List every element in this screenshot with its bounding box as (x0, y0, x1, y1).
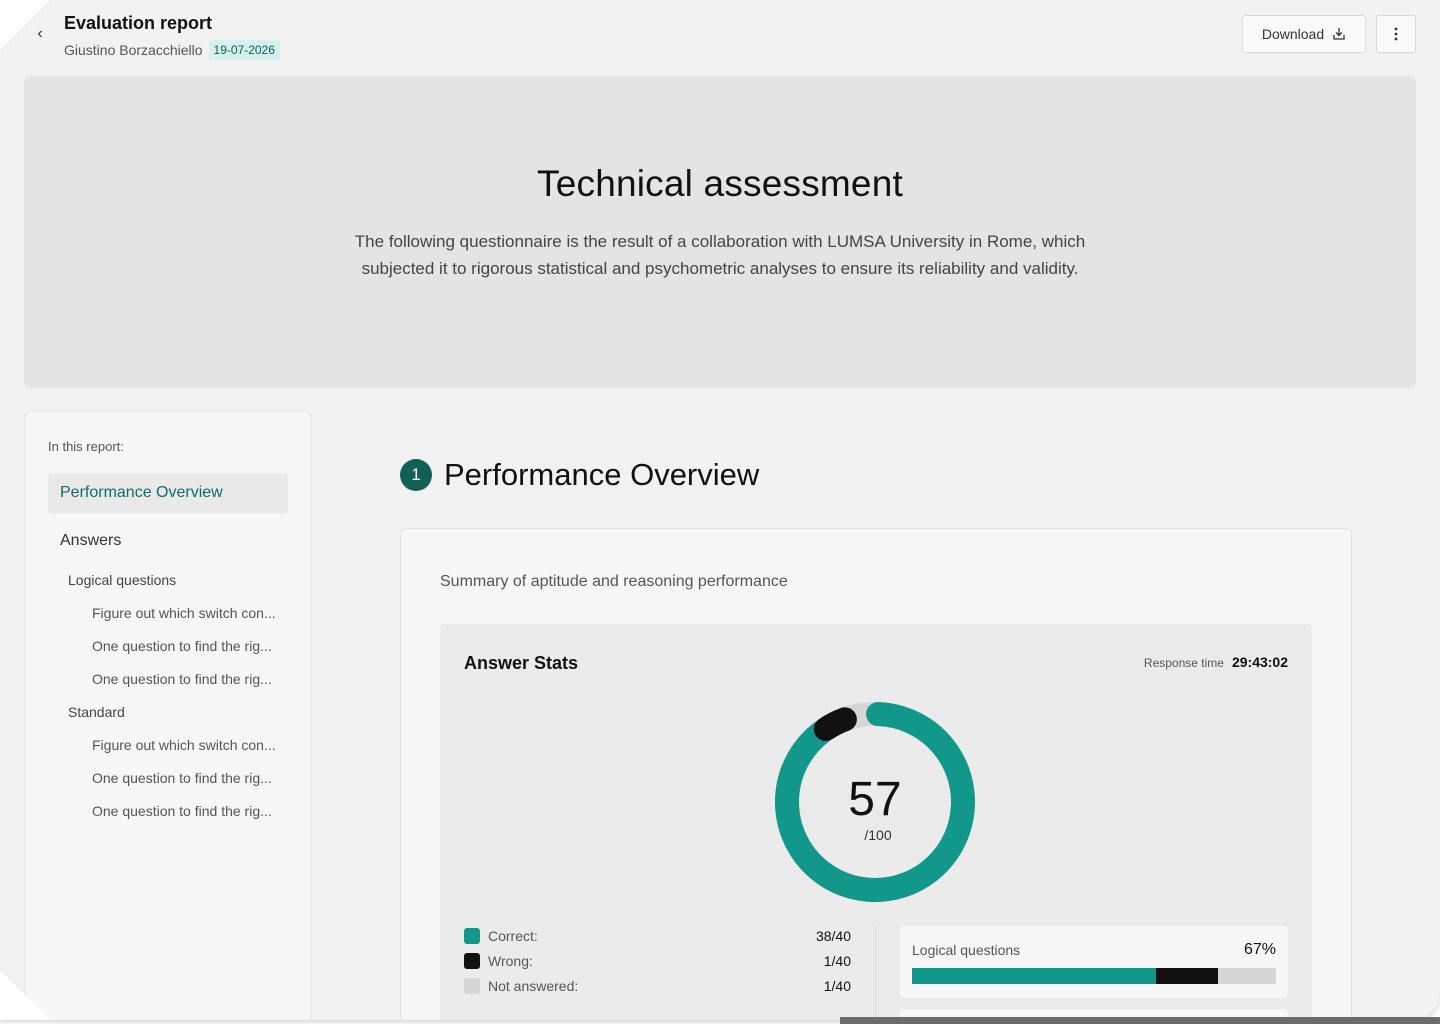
toc-subitem[interactable]: One question to find the rig... (92, 670, 282, 688)
response-time: Response time 29:43:02 (1144, 654, 1288, 670)
download-button-label: Download (1261, 26, 1325, 42)
legend-label: Wrong: (488, 953, 533, 969)
legend-label: Correct: (488, 928, 538, 944)
response-time-value: 29:43:02 (1231, 654, 1288, 670)
legend-not-answered: Not answered: 1/40 (464, 976, 851, 996)
legend-value: 38/40 (815, 928, 851, 944)
hero-description: The following questionnaire is the resul… (354, 232, 1086, 278)
toc-subitem[interactable]: One question to find the rig... (92, 637, 282, 655)
card-subtitle: Summary of aptitude and reasoning perfor… (440, 573, 788, 590)
toc-item-performance-overview[interactable]: Performance Overview (48, 473, 288, 513)
legend-swatch-correct (464, 928, 480, 944)
toc-subitem[interactable]: One question to find the rig... (92, 769, 282, 787)
hero-banner: Technical assessment The following quest… (24, 76, 1416, 388)
legend-swatch-not-answered (464, 978, 480, 994)
candidate-name: Giustino Borzacchiello (64, 42, 203, 58)
progress-segment-wrong (1155, 968, 1218, 984)
performance-card: Summary of aptitude and reasoning perfor… (400, 528, 1352, 1020)
legend-wrong: Wrong: 1/40 (464, 951, 851, 971)
download-button[interactable]: Download (1242, 15, 1366, 53)
more-vertical-icon (1394, 27, 1398, 41)
score-max: /100 (864, 827, 892, 843)
legend-correct: Correct: 38/40 (464, 926, 851, 946)
toc-group-standard[interactable]: Standard (68, 703, 125, 721)
page-title: Evaluation report (64, 13, 213, 33)
answer-stats-panel: Answer Stats Response time 29:43:02 57 /… (440, 624, 1312, 1020)
download-icon (1333, 28, 1345, 40)
date-badge: 19-07-2026 (208, 40, 280, 60)
donut-segment-wrong (813, 707, 857, 742)
section-title: Performance Overview (444, 457, 760, 492)
toc-group-logical-questions[interactable]: Logical questions (68, 571, 176, 589)
taskbar-edge (840, 1017, 1440, 1024)
progress-segment-not-answered (1217, 968, 1276, 984)
toc-subitem[interactable]: Figure out which switch con... (92, 604, 282, 622)
window-corner (0, 0, 50, 50)
toc-label: In this report: (48, 439, 124, 454)
toc-subitem[interactable]: Figure out which switch con... (92, 736, 282, 754)
table-of-contents: In this report: Performance Overview Ans… (24, 411, 312, 1020)
legend-value: 1/40 (823, 953, 851, 969)
hero-title: Technical assessment (537, 163, 903, 204)
answer-stats-title: Answer Stats (464, 653, 579, 673)
toc-subitem[interactable]: One question to find the rig... (92, 802, 282, 820)
divider (875, 926, 876, 1020)
more-options-button[interactable] (1376, 15, 1416, 53)
logical-questions-label: Logical questions (912, 942, 1021, 958)
section-number-badge: 1 (400, 459, 432, 491)
toc-item-answers[interactable]: Answers (60, 531, 121, 551)
logical-questions-percent: 67% (1243, 941, 1276, 958)
logical-questions-card: Logical questions 67% (900, 926, 1288, 998)
header-subtitle: Giustino Borzacchiello 19-07-2026 (64, 40, 280, 60)
score-donut: 57 /100 (775, 702, 975, 902)
legend-value: 1/40 (823, 978, 851, 994)
window-corner (0, 970, 50, 1020)
score-value: 57 (848, 773, 902, 826)
response-time-label: Response time (1143, 656, 1224, 670)
legend-swatch-wrong (464, 953, 480, 969)
logical-questions-progress (912, 968, 1276, 984)
progress-segment-correct (912, 968, 1156, 984)
app-window: ‹ Evaluation report Giustino Borzacchiel… (0, 0, 1440, 1020)
legend-label: Not answered: (488, 978, 579, 994)
